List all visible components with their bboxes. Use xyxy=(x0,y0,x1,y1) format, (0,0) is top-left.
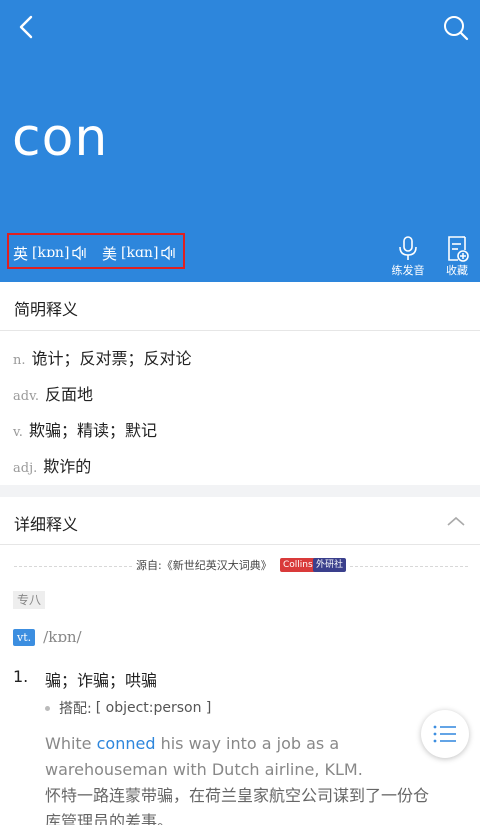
headword: con xyxy=(12,108,109,168)
definition-row: adj. 欺诈的 xyxy=(13,453,91,477)
pronunciation-uk[interactable]: 英 [kɒn] xyxy=(13,243,88,263)
divider xyxy=(0,330,480,331)
divider xyxy=(0,544,480,545)
add-to-list-icon xyxy=(448,236,469,262)
pronunciation-us-ipa: [kɑn] xyxy=(121,245,159,261)
part-of-speech-ipa: /kɒn/ xyxy=(43,628,82,646)
definition-row: adv. 反面地 xyxy=(13,381,93,405)
example-highlight[interactable]: conned xyxy=(97,734,156,753)
practice-pronunciation-button[interactable]: 练发音 xyxy=(388,236,428,278)
pronunciation-uk-label: 英 xyxy=(13,244,29,263)
definition-meaning: 反面地 xyxy=(45,385,94,404)
collocation-value: [ object:person ] xyxy=(95,700,212,716)
microphone-icon xyxy=(399,236,417,260)
example-chinese: 怀特一路连蒙带骗，在荷兰皇家航空公司谋到了一份仓库管理员的差事。 xyxy=(45,786,430,825)
pronunciation-us-label: 美 xyxy=(102,244,118,263)
level-tag: 专八 xyxy=(13,591,46,609)
table-of-contents-button[interactable] xyxy=(421,710,469,758)
brief-definitions-title: 简明释义 xyxy=(14,300,79,319)
definition-pos: v. xyxy=(13,425,23,440)
example-text: White xyxy=(45,734,97,753)
sense-item: 1. 骗；诈骗；哄骗 xyxy=(13,667,157,691)
speaker-icon[interactable] xyxy=(161,245,177,261)
divider xyxy=(14,566,132,567)
speaker-icon[interactable] xyxy=(72,245,88,261)
pronunciation-uk-ipa: [kɒn] xyxy=(32,245,70,261)
definition-pos: adj. xyxy=(13,461,38,476)
example-english: White conned his way into a job as a war… xyxy=(45,731,445,783)
chevron-up-icon[interactable] xyxy=(446,514,466,528)
definition-row: v. 欺骗；精读；默记 xyxy=(13,417,157,441)
collocation-label: 搭配: xyxy=(59,701,92,717)
definition-row: n. 诡计；反对票；反对论 xyxy=(13,345,192,369)
definition-pos: adv. xyxy=(13,389,40,404)
divider xyxy=(350,566,468,567)
source-text: 源自:《新世纪英汉大词典》 xyxy=(136,559,272,572)
sense-meaning: 骗；诈骗；哄骗 xyxy=(45,671,158,690)
favorite-button[interactable]: 收藏 xyxy=(437,236,477,278)
detailed-definitions-title: 详细释义 xyxy=(14,515,79,534)
part-of-speech-badge: vt. xyxy=(13,628,36,646)
sense-number: 1. xyxy=(13,667,29,686)
fltrp-badge: 外研社 xyxy=(313,558,347,572)
back-button[interactable] xyxy=(12,12,40,44)
part-of-speech-row: vt. /kɒn/ xyxy=(13,628,82,646)
bullet-icon xyxy=(45,705,50,711)
pronunciation-us[interactable]: 美 [kɑn] xyxy=(102,243,177,263)
definition-pos: n. xyxy=(13,353,26,368)
search-button[interactable] xyxy=(440,12,472,44)
definition-meaning: 欺骗；精读；默记 xyxy=(28,421,157,440)
list-icon xyxy=(433,725,456,743)
collins-badge: Collins xyxy=(280,558,316,572)
practice-pronunciation-label: 练发音 xyxy=(391,264,425,277)
definition-meaning: 欺诈的 xyxy=(43,457,92,476)
definition-meaning: 诡计；反对票；反对论 xyxy=(31,349,192,368)
dictionary-source: 源自:《新世纪英汉大词典》 Collins 外研社 xyxy=(0,557,480,575)
search-icon xyxy=(444,16,469,41)
collocation: 搭配: [ object:person ] xyxy=(45,698,211,718)
chevron-left-icon xyxy=(19,15,33,39)
favorite-label: 收藏 xyxy=(446,264,468,277)
